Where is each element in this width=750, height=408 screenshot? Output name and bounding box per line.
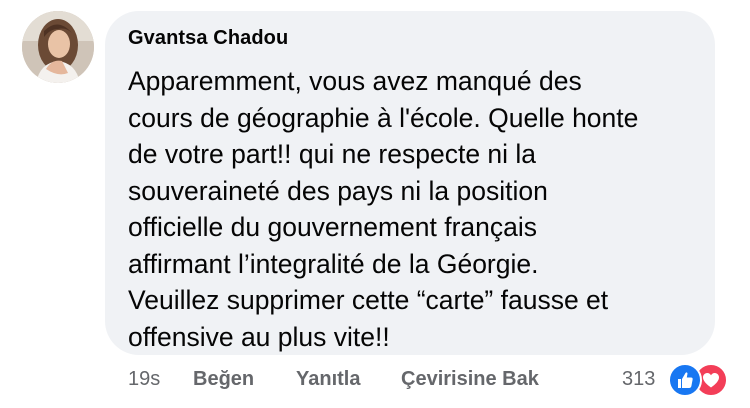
- reaction-count[interactable]: 313: [622, 368, 655, 391]
- comment-line: officielle du gouvernement français: [128, 212, 538, 242]
- comment-line: offensive au plus vite!!: [128, 321, 390, 352]
- comment-actions: 19s Beğen Yanıtla Çevirisine Bak 313: [0, 366, 750, 396]
- comment-bubble: Gvantsa Chadou Apparemment, vous avez ma…: [105, 11, 715, 355]
- comment-timestamp[interactable]: 19s: [128, 368, 160, 391]
- comment-line: cours de géographie à l'école. Quelle ho…: [128, 102, 639, 133]
- comment-line: souveraineté des pays ni la position: [128, 175, 548, 206]
- comment-line: Veuillez supprimer cette “carte” fausse …: [128, 285, 609, 315]
- comment-line: de votre part!! qui ne respecte ni la: [128, 139, 537, 169]
- comment-text: Apparemment, vous avez manqué des cours …: [128, 63, 638, 355]
- comment-line: Apparemment, vous avez manqué des: [128, 66, 582, 96]
- avatar[interactable]: [22, 11, 94, 83]
- see-translation-button[interactable]: Çevirisine Bak: [401, 368, 539, 391]
- reaction-summary[interactable]: [668, 363, 732, 397]
- like-icon: [668, 363, 702, 397]
- avatar-photo: [22, 11, 94, 83]
- reply-button[interactable]: Yanıtla: [296, 368, 360, 391]
- like-button[interactable]: Beğen: [193, 368, 254, 391]
- comment-author[interactable]: Gvantsa Chadou: [128, 27, 288, 50]
- comment-line: affirmant l’integralité de la Géorgie.: [128, 248, 539, 279]
